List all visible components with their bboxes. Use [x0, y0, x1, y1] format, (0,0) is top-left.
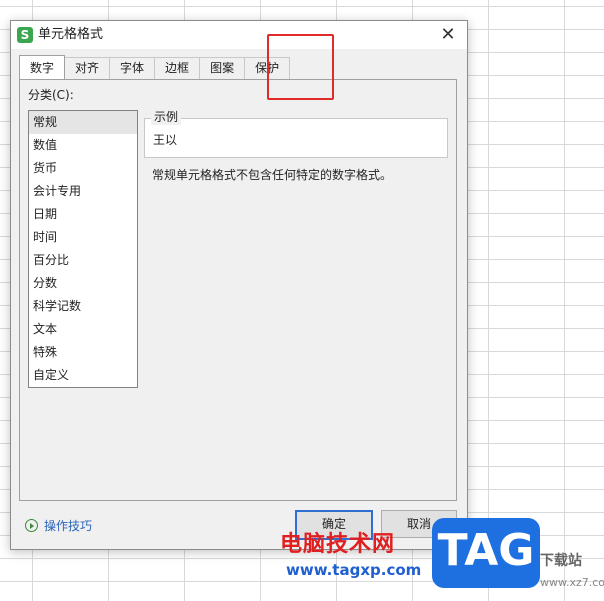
tab-number[interactable]: 数字: [19, 55, 66, 79]
close-button[interactable]: ✕: [437, 24, 459, 46]
category-item-general[interactable]: 常规: [29, 111, 137, 134]
dialog-title: 单元格格式: [38, 27, 104, 42]
category-item-number[interactable]: 数值: [29, 134, 137, 157]
category-item-date[interactable]: 日期: [29, 203, 137, 226]
category-item-custom[interactable]: 自定义: [29, 364, 137, 387]
tab-pattern[interactable]: 图案: [199, 57, 246, 79]
watermark-site-url: www.tagxp.com: [286, 561, 422, 579]
category-item-scientific[interactable]: 科学记数: [29, 295, 137, 318]
tips-label[interactable]: 操作技巧: [44, 517, 92, 534]
watermark-side-url: www.xz7.com: [540, 576, 604, 589]
format-description: 常规单元格格式不包含任何特定的数字格式。: [152, 168, 393, 182]
tab-font[interactable]: 字体: [109, 57, 156, 79]
number-tab-panel: 分类(C): 常规 数值 货币 会计专用 日期 时间 百分比 分数 科学记数 文…: [19, 79, 457, 501]
watermark-site-name: 电脑技术网: [280, 532, 396, 557]
tab-border[interactable]: 边框: [154, 57, 201, 79]
format-cells-dialog: 单元格格式 ✕ 数字 对齐 字体 边框 图案 保护 分类(C): 常规 数值 货…: [10, 20, 468, 550]
category-item-accounting[interactable]: 会计专用: [29, 180, 137, 203]
watermark-side-text: 下载站: [540, 553, 582, 569]
sample-legend: 示例: [151, 110, 182, 125]
category-item-currency[interactable]: 货币: [29, 157, 137, 180]
category-item-fraction[interactable]: 分数: [29, 272, 137, 295]
protection-tab-highlight: [267, 34, 334, 100]
category-item-text[interactable]: 文本: [29, 318, 137, 341]
category-list[interactable]: 常规 数值 货币 会计专用 日期 时间 百分比 分数 科学记数 文本 特殊 自定…: [28, 110, 138, 388]
category-item-percentage[interactable]: 百分比: [29, 249, 137, 272]
dialog-titlebar: 单元格格式 ✕: [11, 21, 467, 49]
sample-box: 示例 王以: [144, 110, 448, 158]
operation-tips-link[interactable]: 操作技巧: [25, 517, 92, 533]
tag-logo-text: TAG: [437, 525, 535, 576]
sample-value: 王以: [153, 133, 178, 147]
category-item-time[interactable]: 时间: [29, 226, 137, 249]
play-circle-icon: [25, 518, 38, 532]
category-label: 分类(C):: [28, 88, 74, 102]
wps-spreadsheet-icon: [17, 27, 33, 43]
tag-logo: TAG: [432, 518, 540, 588]
tab-alignment[interactable]: 对齐: [64, 57, 111, 79]
tab-bar: 数字 对齐 字体 边框 图案 保护: [19, 55, 291, 79]
category-item-special[interactable]: 特殊: [29, 341, 137, 364]
